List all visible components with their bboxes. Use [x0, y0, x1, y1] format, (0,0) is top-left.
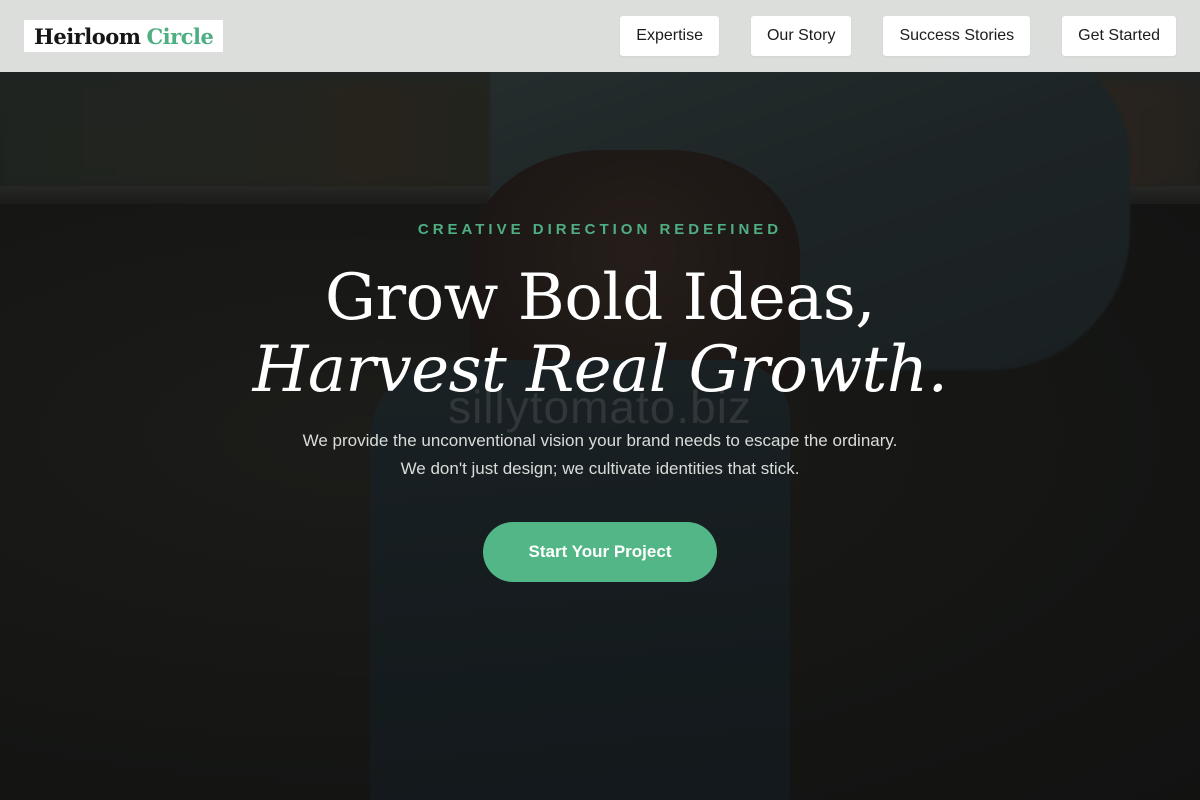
hero-eyebrow: CREATIVE DIRECTION REDEFINED — [417, 221, 783, 238]
hero-subtext: We provide the unconventional vision you… — [302, 431, 898, 478]
start-project-button[interactable]: Start Your Project — [483, 522, 717, 582]
headline-line-1: Grow Bold Ideas, — [324, 261, 876, 335]
hero-section: CREATIVE DIRECTION REDEFINED Grow Bold I… — [0, 0, 1200, 800]
watermark: sillytomato.biz — [448, 381, 752, 433]
